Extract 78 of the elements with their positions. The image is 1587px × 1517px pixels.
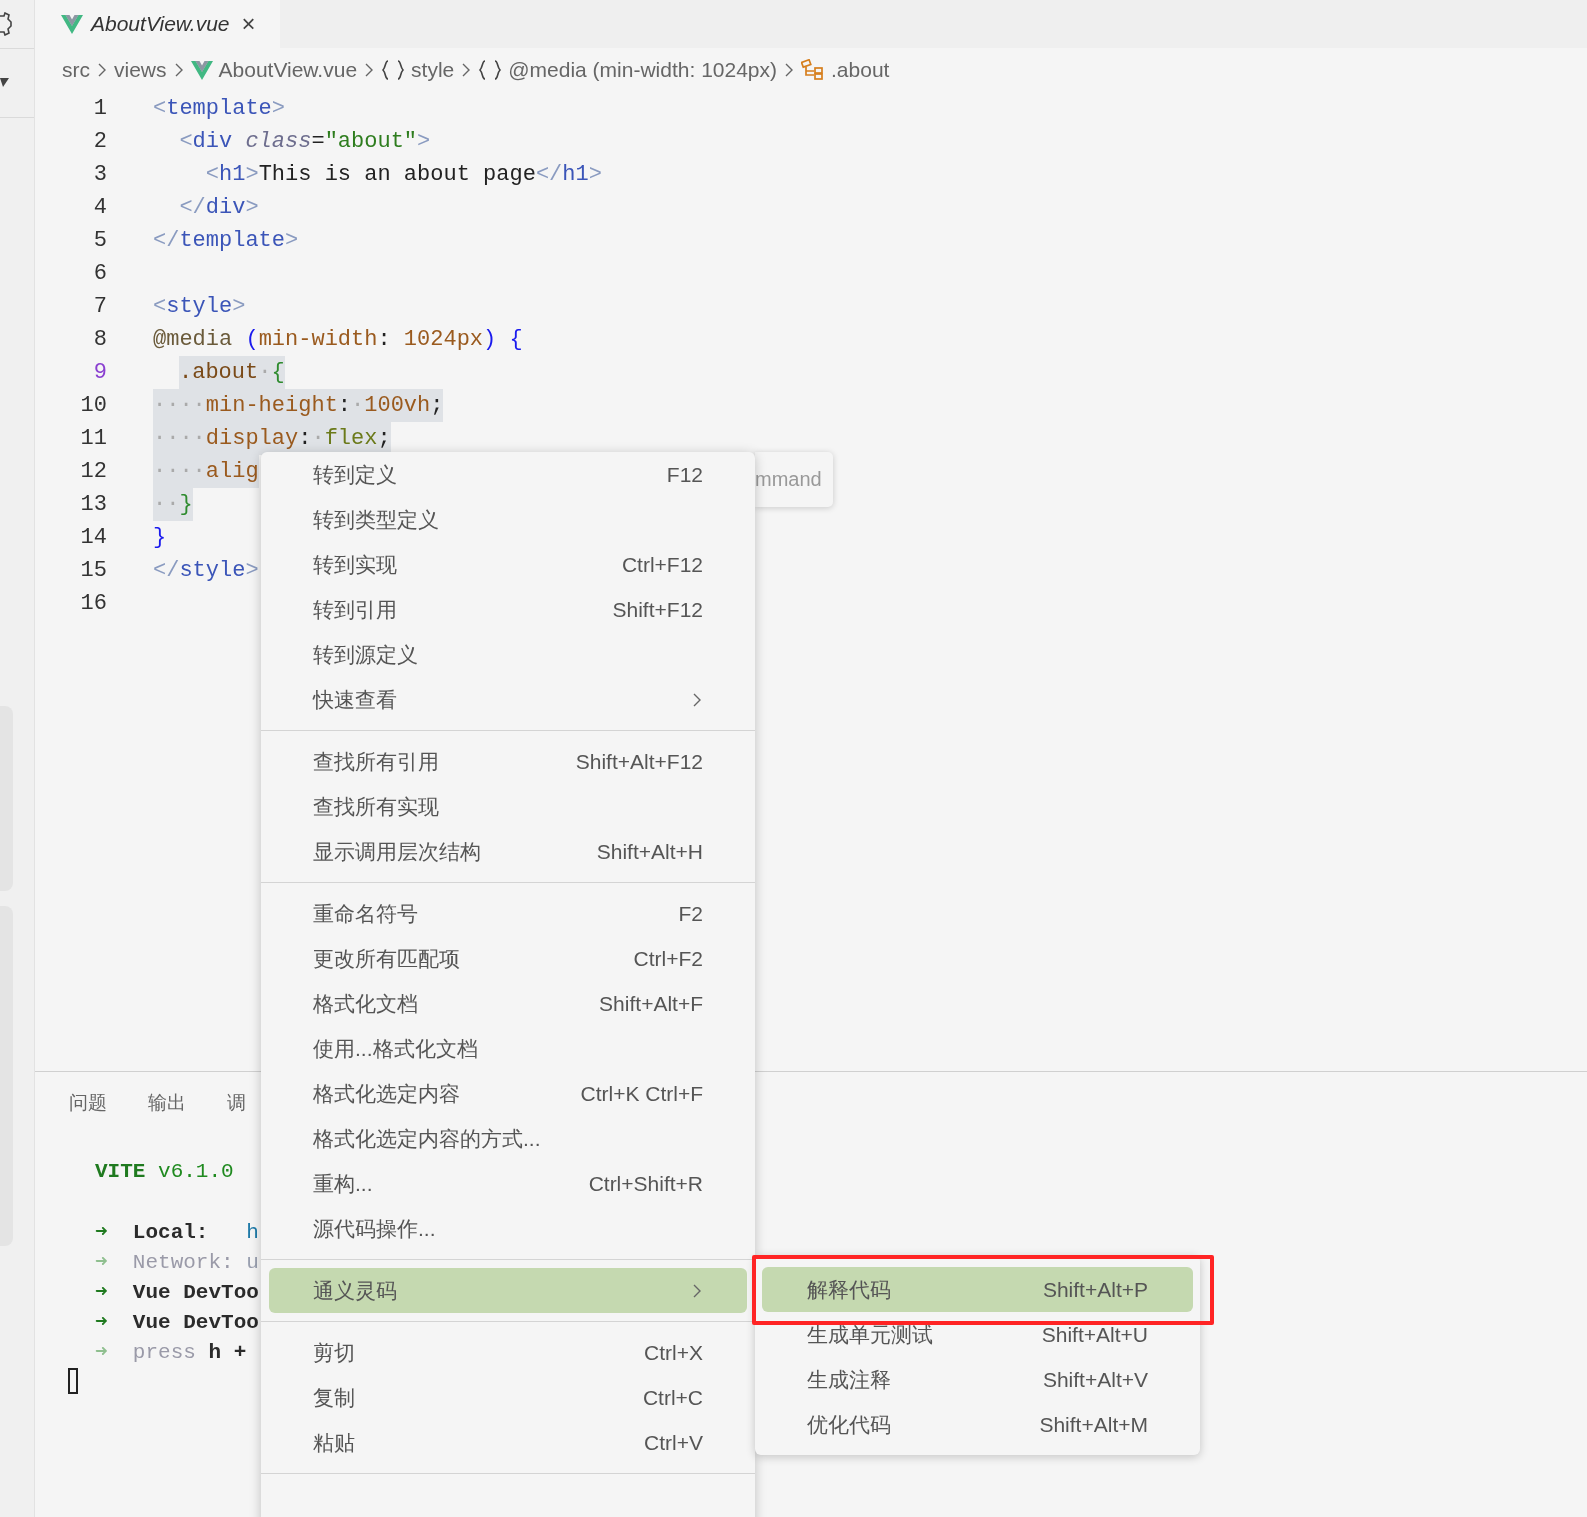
- menu-item[interactable]: 快速查看: [261, 677, 755, 722]
- breadcrumb-item[interactable]: src: [62, 58, 90, 82]
- line-number: 15: [79, 558, 107, 583]
- code-line: }: [153, 524, 167, 552]
- code-line: </template>: [153, 227, 299, 255]
- class-icon: [801, 59, 826, 81]
- terminal-line: ➜ Vue DevToo: [95, 1309, 259, 1334]
- menu-item[interactable]: 通义灵码: [269, 1268, 747, 1313]
- vue-logo-icon: [61, 14, 83, 34]
- chevron-icon: [96, 62, 108, 78]
- panel-tab[interactable]: 输出: [148, 1090, 186, 1116]
- tab-title: AboutView.vue: [91, 12, 230, 36]
- line-number: 1: [92, 96, 107, 121]
- line-number: 14: [79, 525, 107, 550]
- terminal-line: ➜ press h +: [95, 1339, 247, 1364]
- gear-icon[interactable]: [0, 12, 12, 36]
- line-number: 7: [92, 294, 107, 319]
- menu-item[interactable]: 源代码操作...: [261, 1206, 755, 1251]
- editor-tab[interactable]: AboutView.vue ×: [35, 0, 280, 48]
- menu-item[interactable]: 转到引用 Shift+F12: [261, 587, 755, 632]
- breadcrumb-item[interactable]: views: [114, 58, 167, 82]
- menu-item[interactable]: 剪切 Ctrl+X: [261, 1330, 755, 1375]
- code-line: <style>: [153, 293, 246, 321]
- line-number: 2: [92, 129, 107, 154]
- terminal-line: VITE v6.1.0: [95, 1159, 234, 1183]
- menu-item[interactable]: 查找所有引用 Shift+Alt+F12: [261, 739, 755, 784]
- line-number: 16: [79, 591, 107, 616]
- panel-tab[interactable]: 问题: [69, 1090, 107, 1116]
- close-icon[interactable]: ×: [241, 10, 256, 38]
- code-line: <div class="about">: [178, 128, 431, 156]
- menu-item[interactable]: 使用...格式化文档: [261, 1026, 755, 1071]
- menu-item[interactable]: 格式化选定内容的方式...: [261, 1116, 755, 1161]
- menu-item[interactable]: 显示调用层次结构 Shift+Alt+H: [261, 829, 755, 874]
- vue-logo-icon: [190, 60, 213, 80]
- line-number: 10: [79, 393, 107, 418]
- line-number: 5: [92, 228, 107, 253]
- breadcrumb-item[interactable]: .about: [831, 58, 890, 82]
- braces-icon: [478, 60, 503, 80]
- line-number: 9: [92, 360, 107, 385]
- line-number: 13: [79, 492, 107, 517]
- menu-item[interactable]: 重命名符号 F2: [261, 891, 755, 936]
- line-number: 8: [92, 327, 107, 352]
- caret-icon[interactable]: [0, 78, 9, 88]
- line-number: 3: [92, 162, 107, 187]
- terminal-line: ➜ Local: h: [95, 1219, 259, 1244]
- code-line: <template>: [153, 95, 286, 123]
- menu-item[interactable]: 解释代码 Shift+Alt+P: [762, 1267, 1193, 1312]
- menu-item[interactable]: 查找所有实现: [261, 784, 755, 829]
- menu-item[interactable]: 转到源定义: [261, 632, 755, 677]
- menu-item[interactable]: 转到实现 Ctrl+F12: [261, 542, 755, 587]
- hover-hint: mmand: [755, 452, 833, 507]
- menu-item[interactable]: 生成注释 Shift+Alt+V: [762, 1357, 1193, 1402]
- terminal-line: ➜ Network: u: [95, 1249, 259, 1274]
- line-number: 12: [79, 459, 107, 484]
- menu-item[interactable]: 更改所有匹配项 Ctrl+F2: [261, 936, 755, 981]
- line-number: 6: [92, 261, 107, 286]
- panel-tab[interactable]: 调: [227, 1090, 246, 1116]
- code-line: <h1>This is an about page</h1>: [204, 161, 602, 189]
- menu-item[interactable]: 复制 Ctrl+C: [261, 1375, 755, 1420]
- menu-item[interactable]: 格式化选定内容 Ctrl+K Ctrl+F: [261, 1071, 755, 1116]
- terminal-line: ➜ Vue DevToo: [95, 1279, 259, 1304]
- menu-item[interactable]: 粘贴 Ctrl+V: [261, 1420, 755, 1465]
- breadcrumb-item[interactable]: style: [411, 58, 455, 82]
- menu-item[interactable]: 重构... Ctrl+Shift+R: [261, 1161, 755, 1206]
- menu-item[interactable]: 生成单元测试 Shift+Alt+U: [762, 1312, 1193, 1357]
- line-number: 4: [92, 195, 107, 220]
- terminal-cursor: [68, 1368, 78, 1394]
- braces-icon: [381, 60, 406, 80]
- line-number: 11: [79, 426, 107, 451]
- menu-item[interactable]: 格式化文档 Shift+Alt+F: [261, 981, 755, 1026]
- code-line: @media (min-width: 1024px) {: [153, 326, 523, 354]
- menu-item[interactable]: 转到类型定义: [261, 497, 755, 542]
- menu-item[interactable]: 转到定义 F12: [261, 452, 755, 497]
- breadcrumb-item[interactable]: @media (min-width: 1024px): [508, 58, 778, 82]
- menu-item[interactable]: 优化代码 Shift+Alt+M: [762, 1402, 1193, 1447]
- code-line: </style>: [153, 557, 259, 585]
- code-line: </div>: [178, 194, 259, 222]
- breadcrumb-item[interactable]: AboutView.vue: [218, 58, 358, 82]
